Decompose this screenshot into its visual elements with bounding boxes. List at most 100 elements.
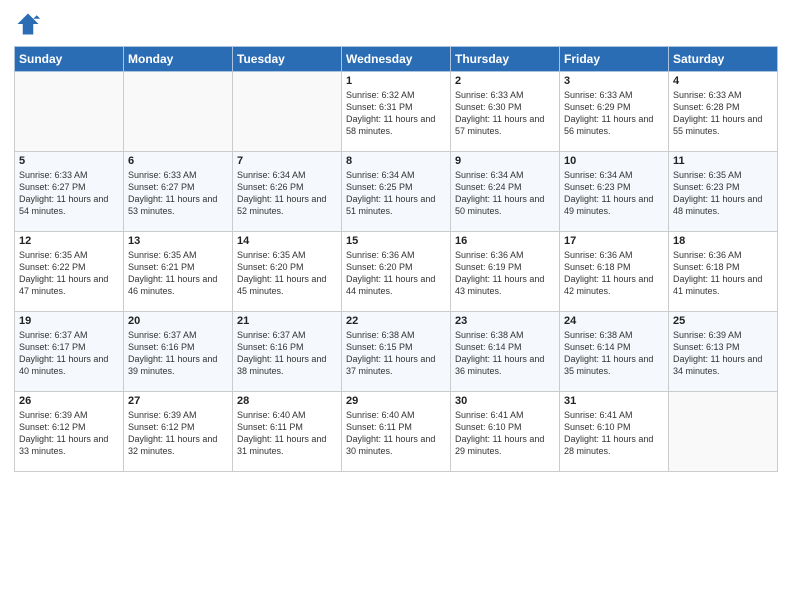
calendar-cell: 1 Sunrise: 6:32 AM Sunset: 6:31 PM Daylig… — [342, 72, 451, 152]
calendar-cell — [124, 72, 233, 152]
calendar-cell: 24 Sunrise: 6:38 AM Sunset: 6:14 PM Dayli… — [560, 312, 669, 392]
logo — [14, 10, 45, 38]
day-number: 25 — [673, 315, 773, 327]
header — [14, 10, 778, 38]
day-info: Sunrise: 6:36 AM Sunset: 6:18 PM Dayligh… — [673, 249, 773, 298]
day-number: 30 — [455, 395, 555, 407]
day-number: 27 — [128, 395, 228, 407]
day-info: Sunrise: 6:33 AM Sunset: 6:28 PM Dayligh… — [673, 89, 773, 138]
day-info: Sunrise: 6:39 AM Sunset: 6:12 PM Dayligh… — [19, 409, 119, 458]
day-number: 16 — [455, 235, 555, 247]
calendar-cell: 7 Sunrise: 6:34 AM Sunset: 6:26 PM Daylig… — [233, 152, 342, 232]
day-info: Sunrise: 6:40 AM Sunset: 6:11 PM Dayligh… — [346, 409, 446, 458]
day-number: 9 — [455, 155, 555, 167]
day-info: Sunrise: 6:37 AM Sunset: 6:16 PM Dayligh… — [128, 329, 228, 378]
calendar-cell: 23Sunrise: 6:38 AM Sunset: 6:14 PM Dayli… — [451, 312, 560, 392]
day-number: 28 — [237, 395, 337, 407]
day-info: Sunrise: 6:33 AM Sunset: 6:27 PM Dayligh… — [19, 169, 119, 218]
calendar-cell — [233, 72, 342, 152]
day-number: 3 — [564, 75, 664, 87]
day-number: 29 — [346, 395, 446, 407]
weekday-header-saturday: Saturday — [669, 47, 778, 72]
day-number: 4 — [673, 75, 773, 87]
calendar-cell: 17Sunrise: 6:36 AM Sunset: 6:18 PM Dayli… — [560, 232, 669, 312]
day-info: Sunrise: 6:39 AM Sunset: 6:12 PM Dayligh… — [128, 409, 228, 458]
day-number: 11 — [673, 155, 773, 167]
day-number: 6 — [128, 155, 228, 167]
day-number: 8 — [346, 155, 446, 167]
day-number: 31 — [564, 395, 664, 407]
day-info: Sunrise: 6:38 AM Sunset: 6:15 PM Dayligh… — [346, 329, 446, 378]
calendar-cell: 3 Sunrise: 6:33 AM Sunset: 6:29 PM Daylig… — [560, 72, 669, 152]
week-row-3: 19 Sunrise: 6:37 AM Sunset: 6:17 PM Dayli… — [15, 312, 778, 392]
week-row-4: 26 Sunrise: 6:39 AM Sunset: 6:12 PM Dayli… — [15, 392, 778, 472]
day-info: Sunrise: 6:39 AM Sunset: 6:13 PM Dayligh… — [673, 329, 773, 378]
calendar-cell: 8 Sunrise: 6:34 AM Sunset: 6:25 PM Daylig… — [342, 152, 451, 232]
day-number: 13 — [128, 235, 228, 247]
day-number: 19 — [19, 315, 119, 327]
calendar-cell — [669, 392, 778, 472]
day-info: Sunrise: 6:41 AM Sunset: 6:10 PM Dayligh… — [564, 409, 664, 458]
calendar-cell: 20 Sunrise: 6:37 AM Sunset: 6:16 PM Dayli… — [124, 312, 233, 392]
day-number: 22 — [346, 315, 446, 327]
day-info: Sunrise: 6:41 AM Sunset: 6:10 PM Dayligh… — [455, 409, 555, 458]
day-info: Sunrise: 6:36 AM Sunset: 6:19 PM Dayligh… — [455, 249, 555, 298]
day-number: 14 — [237, 235, 337, 247]
calendar-cell: 22 Sunrise: 6:38 AM Sunset: 6:15 PM Dayli… — [342, 312, 451, 392]
day-number: 1 — [346, 75, 446, 87]
weekday-header-monday: Monday — [124, 47, 233, 72]
weekday-header-friday: Friday — [560, 47, 669, 72]
calendar-cell: 13Sunrise: 6:35 AM Sunset: 6:21 PM Dayli… — [124, 232, 233, 312]
day-number: 12 — [19, 235, 119, 247]
calendar-cell: 16 Sunrise: 6:36 AM Sunset: 6:19 PM Dayli… — [451, 232, 560, 312]
calendar-table: SundayMondayTuesdayWednesdayThursdayFrid… — [14, 46, 778, 472]
calendar-cell: 26 Sunrise: 6:39 AM Sunset: 6:12 PM Dayli… — [15, 392, 124, 472]
calendar-cell: 6 Sunrise: 6:33 AM Sunset: 6:27 PM Daylig… — [124, 152, 233, 232]
calendar-cell: 28Sunrise: 6:40 AM Sunset: 6:11 PM Dayli… — [233, 392, 342, 472]
calendar-cell — [15, 72, 124, 152]
day-info: Sunrise: 6:38 AM Sunset: 6:14 PM Dayligh… — [564, 329, 664, 378]
weekday-header-thursday: Thursday — [451, 47, 560, 72]
day-number: 23 — [455, 315, 555, 327]
day-info: Sunrise: 6:34 AM Sunset: 6:23 PM Dayligh… — [564, 169, 664, 218]
day-info: Sunrise: 6:37 AM Sunset: 6:16 PM Dayligh… — [237, 329, 337, 378]
day-info: Sunrise: 6:36 AM Sunset: 6:20 PM Dayligh… — [346, 249, 446, 298]
calendar-cell: 27 Sunrise: 6:39 AM Sunset: 6:12 PM Dayli… — [124, 392, 233, 472]
week-row-0: 1 Sunrise: 6:32 AM Sunset: 6:31 PM Daylig… — [15, 72, 778, 152]
day-info: Sunrise: 6:35 AM Sunset: 6:22 PM Dayligh… — [19, 249, 119, 298]
calendar-cell: 29 Sunrise: 6:40 AM Sunset: 6:11 PM Dayli… — [342, 392, 451, 472]
day-info: Sunrise: 6:37 AM Sunset: 6:17 PM Dayligh… — [19, 329, 119, 378]
week-row-2: 12 Sunrise: 6:35 AM Sunset: 6:22 PM Dayli… — [15, 232, 778, 312]
day-number: 21 — [237, 315, 337, 327]
day-info: Sunrise: 6:34 AM Sunset: 6:26 PM Dayligh… — [237, 169, 337, 218]
calendar-cell: 12 Sunrise: 6:35 AM Sunset: 6:22 PM Dayli… — [15, 232, 124, 312]
weekday-header-row: SundayMondayTuesdayWednesdayThursdayFrid… — [15, 47, 778, 72]
day-number: 24 — [564, 315, 664, 327]
weekday-header-tuesday: Tuesday — [233, 47, 342, 72]
week-row-1: 5Sunrise: 6:33 AM Sunset: 6:27 PM Daylig… — [15, 152, 778, 232]
day-info: Sunrise: 6:33 AM Sunset: 6:29 PM Dayligh… — [564, 89, 664, 138]
calendar-cell: 14 Sunrise: 6:35 AM Sunset: 6:20 PM Dayli… — [233, 232, 342, 312]
day-info: Sunrise: 6:33 AM Sunset: 6:27 PM Dayligh… — [128, 169, 228, 218]
page: SundayMondayTuesdayWednesdayThursdayFrid… — [0, 0, 792, 612]
calendar-cell: 11Sunrise: 6:35 AM Sunset: 6:23 PM Dayli… — [669, 152, 778, 232]
calendar-cell: 15Sunrise: 6:36 AM Sunset: 6:20 PM Dayli… — [342, 232, 451, 312]
day-number: 10 — [564, 155, 664, 167]
day-number: 26 — [19, 395, 119, 407]
day-info: Sunrise: 6:32 AM Sunset: 6:31 PM Dayligh… — [346, 89, 446, 138]
calendar-cell: 4 Sunrise: 6:33 AM Sunset: 6:28 PM Daylig… — [669, 72, 778, 152]
weekday-header-wednesday: Wednesday — [342, 47, 451, 72]
calendar-cell: 18 Sunrise: 6:36 AM Sunset: 6:18 PM Dayli… — [669, 232, 778, 312]
calendar-cell: 31 Sunrise: 6:41 AM Sunset: 6:10 PM Dayli… — [560, 392, 669, 472]
calendar-cell: 21 Sunrise: 6:37 AM Sunset: 6:16 PM Dayli… — [233, 312, 342, 392]
day-info: Sunrise: 6:34 AM Sunset: 6:25 PM Dayligh… — [346, 169, 446, 218]
day-number: 20 — [128, 315, 228, 327]
day-info: Sunrise: 6:35 AM Sunset: 6:20 PM Dayligh… — [237, 249, 337, 298]
day-number: 7 — [237, 155, 337, 167]
day-number: 18 — [673, 235, 773, 247]
calendar-cell: 5Sunrise: 6:33 AM Sunset: 6:27 PM Daylig… — [15, 152, 124, 232]
day-number: 2 — [455, 75, 555, 87]
logo-icon — [14, 10, 42, 38]
calendar-cell: 19 Sunrise: 6:37 AM Sunset: 6:17 PM Dayli… — [15, 312, 124, 392]
calendar-cell: 2Sunrise: 6:33 AM Sunset: 6:30 PM Daylig… — [451, 72, 560, 152]
